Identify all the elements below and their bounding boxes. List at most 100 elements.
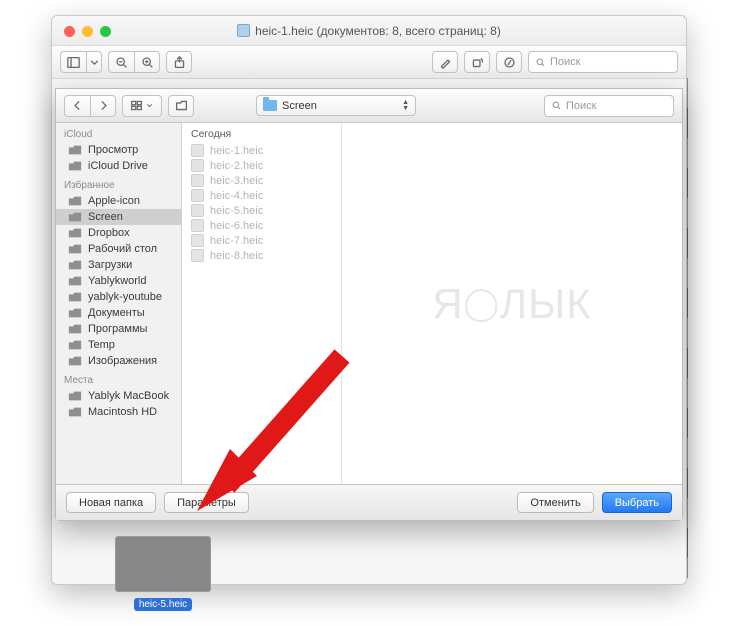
sidebar-heading: Избранное bbox=[56, 174, 181, 193]
thumbnail-image[interactable] bbox=[115, 536, 211, 592]
file-name: heic-5.heic bbox=[210, 205, 263, 217]
options-label: Параметры bbox=[177, 497, 236, 509]
folder-icon bbox=[68, 390, 82, 402]
sidebar-item[interactable]: Документы bbox=[56, 305, 181, 321]
file-row[interactable]: heic-1.heic bbox=[182, 143, 341, 158]
sidebar-item-label: Macintosh HD bbox=[88, 406, 157, 418]
folder-icon bbox=[68, 307, 82, 319]
sidebar-item[interactable]: Temp bbox=[56, 337, 181, 353]
folder-icon bbox=[68, 160, 82, 172]
close-icon[interactable] bbox=[64, 26, 75, 37]
folder-icon bbox=[68, 195, 82, 207]
thumbnail-label: heic-5.heic bbox=[134, 598, 192, 611]
folder-icon bbox=[68, 211, 82, 223]
preview-window: heic-1.heic (документов: 8, всего страни… bbox=[51, 15, 687, 585]
search-placeholder: Поиск bbox=[550, 56, 580, 68]
choose-button[interactable]: Выбрать bbox=[602, 492, 672, 513]
zoom-out-button[interactable] bbox=[108, 51, 134, 73]
sidebar-item[interactable]: Изображения bbox=[56, 353, 181, 369]
dialog-footer: Новая папка Параметры Отменить Выбрать bbox=[56, 484, 682, 520]
markup-button[interactable] bbox=[432, 51, 458, 73]
sidebar-item[interactable]: yablyk-youtube bbox=[56, 289, 181, 305]
file-name: heic-1.heic bbox=[210, 145, 263, 157]
maximize-icon[interactable] bbox=[100, 26, 111, 37]
zoom-in-button[interactable] bbox=[134, 51, 160, 73]
file-name: heic-2.heic bbox=[210, 160, 263, 172]
file-icon bbox=[191, 174, 204, 187]
sidebar-item-label: Просмотр bbox=[88, 144, 138, 156]
share-button[interactable] bbox=[166, 51, 192, 73]
file-row[interactable]: heic-8.heic bbox=[182, 248, 341, 263]
folder-icon bbox=[68, 227, 82, 239]
path-label: Screen bbox=[282, 100, 317, 112]
sidebar-item[interactable]: Screen bbox=[56, 209, 181, 225]
sidebar-heading: iCloud bbox=[56, 123, 181, 142]
sidebar-item-label: Screen bbox=[88, 211, 123, 223]
sidebar-item[interactable]: Загрузки bbox=[56, 257, 181, 273]
dialog-toolbar: Screen ▲▼ Поиск bbox=[56, 89, 682, 123]
choose-label: Выбрать bbox=[615, 497, 659, 509]
sidebar-item-label: Программы bbox=[88, 323, 147, 335]
sidebar-item[interactable]: Рабочий стол bbox=[56, 241, 181, 257]
file-icon bbox=[191, 234, 204, 247]
folder-icon bbox=[68, 243, 82, 255]
sidebar-item[interactable]: Macintosh HD bbox=[56, 404, 181, 420]
sidebar-item[interactable]: Yablyk MacBook bbox=[56, 388, 181, 404]
document-icon bbox=[237, 24, 250, 37]
sidebar-item[interactable]: iCloud Drive bbox=[56, 158, 181, 174]
file-row[interactable]: heic-3.heic bbox=[182, 173, 341, 188]
file-icon bbox=[191, 249, 204, 262]
file-row[interactable]: heic-2.heic bbox=[182, 158, 341, 173]
file-icon bbox=[191, 219, 204, 232]
sidebar-item-label: Yablyk MacBook bbox=[88, 390, 169, 402]
sidebar-item[interactable]: Просмотр bbox=[56, 142, 181, 158]
background-thumbnail: heic-5.heic bbox=[111, 536, 215, 612]
column-header: Сегодня bbox=[182, 123, 341, 143]
window-controls bbox=[64, 26, 111, 37]
folder-icon bbox=[68, 144, 82, 156]
sidebar-item-label: Документы bbox=[88, 307, 145, 319]
new-folder-button[interactable]: Новая папка bbox=[66, 492, 156, 513]
forward-button[interactable] bbox=[90, 95, 116, 117]
file-name: heic-3.heic bbox=[210, 175, 263, 187]
file-column: Сегодня heic-1.heic heic-2.heic heic-3.hei… bbox=[182, 123, 342, 484]
preview-search[interactable]: Поиск bbox=[528, 51, 678, 73]
sidebar-toggle-button[interactable] bbox=[60, 51, 86, 73]
chevron-updown-icon: ▲▼ bbox=[402, 100, 409, 112]
back-button[interactable] bbox=[64, 95, 90, 117]
file-row[interactable]: heic-7.heic bbox=[182, 233, 341, 248]
sidebar-item-label: yablyk-youtube bbox=[88, 291, 162, 303]
sidebar-item[interactable]: Yablykworld bbox=[56, 273, 181, 289]
open-dialog: Screen ▲▼ Поиск iCloud Просмотр iCloud Dri… bbox=[55, 88, 683, 521]
rotate-button[interactable] bbox=[464, 51, 490, 73]
file-row[interactable]: heic-4.heic bbox=[182, 188, 341, 203]
sidebar-item[interactable]: Apple-icon bbox=[56, 193, 181, 209]
view-mode-button[interactable] bbox=[122, 95, 162, 117]
minimize-icon[interactable] bbox=[82, 26, 93, 37]
titlebar: heic-1.heic (документов: 8, всего страни… bbox=[52, 16, 686, 46]
window-title: heic-1.heic (документов: 8, всего страни… bbox=[255, 24, 501, 38]
preview-pane: ЯЛЫК bbox=[342, 123, 682, 484]
folder-icon bbox=[68, 275, 82, 287]
folder-icon bbox=[68, 406, 82, 418]
group-button[interactable] bbox=[168, 95, 194, 117]
file-row[interactable]: heic-5.heic bbox=[182, 203, 341, 218]
file-name: heic-8.heic bbox=[210, 250, 263, 262]
sidebar-item[interactable]: Dropbox bbox=[56, 225, 181, 241]
cancel-button[interactable]: Отменить bbox=[517, 492, 593, 513]
file-row[interactable]: heic-6.heic bbox=[182, 218, 341, 233]
file-icon bbox=[191, 159, 204, 172]
sidebar-item[interactable]: Программы bbox=[56, 321, 181, 337]
edit-button[interactable] bbox=[496, 51, 522, 73]
sidebar-menu-button[interactable] bbox=[86, 51, 102, 73]
sidebar-item-label: Yablykworld bbox=[88, 275, 147, 287]
file-name: heic-7.heic bbox=[210, 235, 263, 247]
folder-icon bbox=[68, 291, 82, 303]
cancel-label: Отменить bbox=[530, 497, 580, 509]
file-icon bbox=[191, 189, 204, 202]
sidebar-heading: Места bbox=[56, 369, 181, 388]
folder-icon bbox=[68, 355, 82, 367]
dialog-search[interactable]: Поиск bbox=[544, 95, 674, 117]
options-button[interactable]: Параметры bbox=[164, 492, 249, 513]
path-selector[interactable]: Screen ▲▼ bbox=[256, 95, 416, 116]
